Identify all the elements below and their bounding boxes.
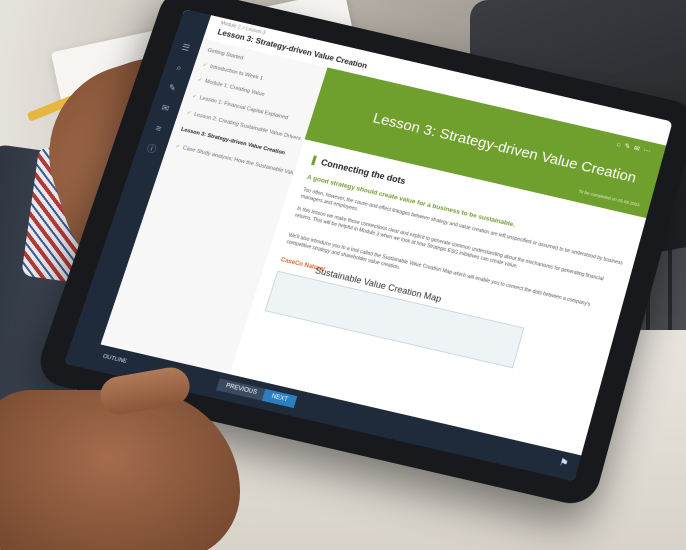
chat-icon[interactable]: ✉	[159, 102, 172, 113]
previous-button[interactable]: PREVIOUS	[216, 378, 267, 401]
more-icon[interactable]: ⋯	[642, 147, 654, 156]
notes-icon[interactable]: ✎	[166, 82, 179, 93]
bookmark-icon[interactable]: ⚑	[558, 457, 570, 470]
toc-item[interactable]: Getting Started	[207, 48, 244, 62]
search-icon[interactable]: ⌕	[173, 62, 186, 73]
menu-icon[interactable]: ☰	[179, 42, 192, 53]
check-icon: ✓	[186, 110, 192, 117]
list-icon[interactable]: ≡	[152, 123, 165, 135]
header-actions: ⌂✎✉⋯	[616, 140, 655, 156]
toc-item[interactable]: ✓Introduction to Week 1	[202, 62, 264, 81]
info-icon[interactable]: ⓘ	[145, 143, 158, 155]
check-icon: ✓	[202, 62, 208, 69]
check-icon: ✓	[197, 77, 203, 84]
next-button[interactable]: NEXT	[262, 389, 298, 408]
check-icon: ✓	[174, 144, 180, 151]
check-icon: ✓	[191, 94, 197, 101]
photo-scene: Module 2 > Lesson 3 Lesson 3: Strategy-d…	[0, 0, 686, 550]
outline-button[interactable]: OUTLINE	[102, 354, 128, 365]
due-date: To be completed on 25.09.2023	[578, 189, 640, 208]
